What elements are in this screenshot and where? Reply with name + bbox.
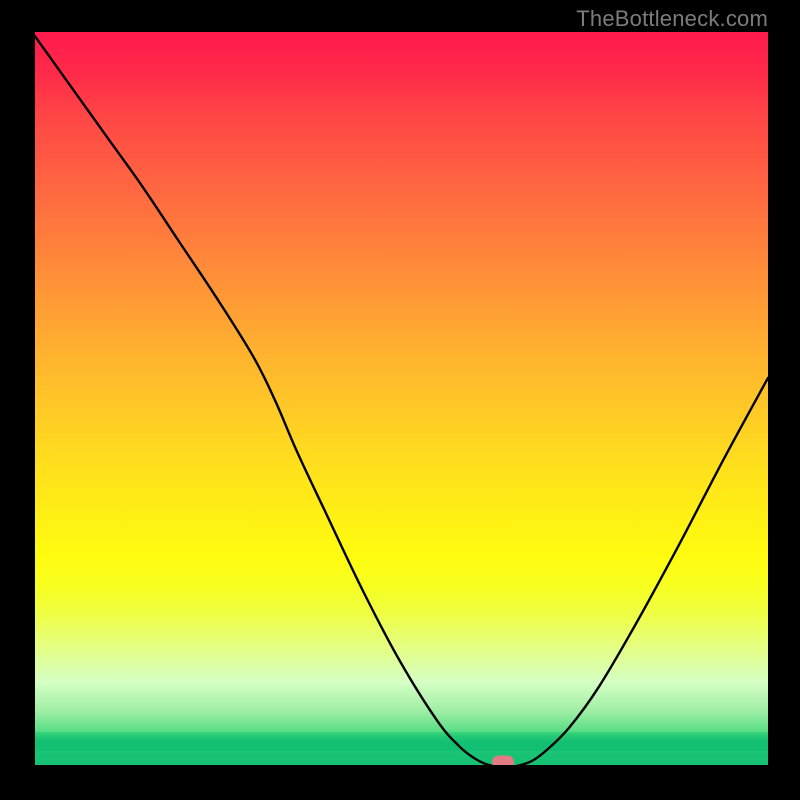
- axis-bottom: [32, 765, 768, 768]
- plot-area: [32, 32, 768, 768]
- axis-left: [32, 32, 35, 768]
- curve-svg: [32, 32, 768, 768]
- watermark: TheBottleneck.com: [576, 6, 768, 32]
- chart-frame: TheBottleneck.com: [0, 0, 800, 800]
- watermark-text: TheBottleneck.com: [576, 6, 768, 31]
- curve-path: [32, 32, 768, 767]
